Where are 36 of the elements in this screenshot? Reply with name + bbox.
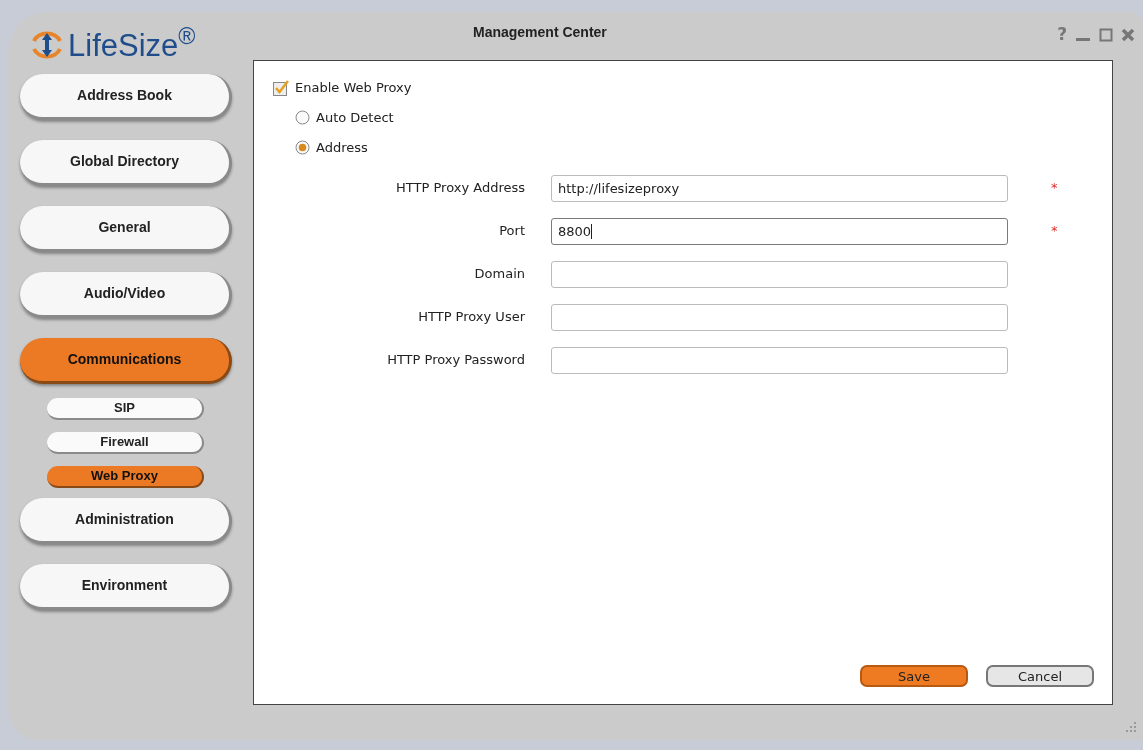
input-field[interactable] — [551, 260, 1008, 288]
cancel-button[interactable]: Cancel — [986, 665, 1094, 687]
logo-icon — [30, 29, 64, 61]
radio-button[interactable] — [295, 140, 310, 156]
field-label: HTTP Proxy User — [417, 308, 526, 327]
maximize-icon[interactable] — [1099, 27, 1113, 42]
field-label: HTTP Proxy Password — [386, 351, 526, 370]
required-mark: * — [1051, 222, 1058, 241]
subnav-button[interactable]: SIP — [47, 398, 204, 420]
logo-text: LifeSize$^{®}$ — [68, 29, 196, 61]
window-title: Management Center — [473, 23, 607, 42]
field-label: Port — [498, 222, 526, 241]
nav-button[interactable]: Administration — [20, 498, 232, 544]
required-mark: * — [1051, 179, 1058, 198]
checkbox-label: Enable Web Proxy — [295, 79, 412, 97]
close-icon[interactable] — [1121, 27, 1135, 42]
nav-button[interactable]: Global Directory — [20, 140, 232, 186]
nav-button[interactable]: Environment — [20, 564, 232, 610]
field-label: HTTP Proxy Address — [395, 179, 526, 198]
input-field[interactable] — [551, 346, 1008, 374]
nav-button[interactable]: Address Book — [20, 74, 232, 120]
resize-grip-icon — [1123, 720, 1137, 734]
field-label: Domain — [473, 265, 526, 284]
save-button[interactable]: Save — [860, 665, 968, 687]
input-field[interactable]: http://lifesizeproxy — [551, 174, 1008, 202]
input-field[interactable]: 8800 — [551, 217, 1008, 245]
radio-label: Auto Detect — [316, 108, 394, 127]
nav-button[interactable]: General — [20, 206, 232, 252]
subnav-button[interactable]: Firewall — [47, 432, 204, 454]
checkbox[interactable] — [273, 79, 289, 96]
nav-button[interactable]: Communications — [20, 338, 232, 384]
input-field[interactable] — [551, 303, 1008, 331]
radio-button[interactable] — [295, 109, 310, 125]
subnav-button[interactable]: Web Proxy — [47, 466, 204, 488]
radio-label: Address — [316, 139, 368, 157]
nav-button[interactable]: Audio/Video — [20, 272, 232, 318]
